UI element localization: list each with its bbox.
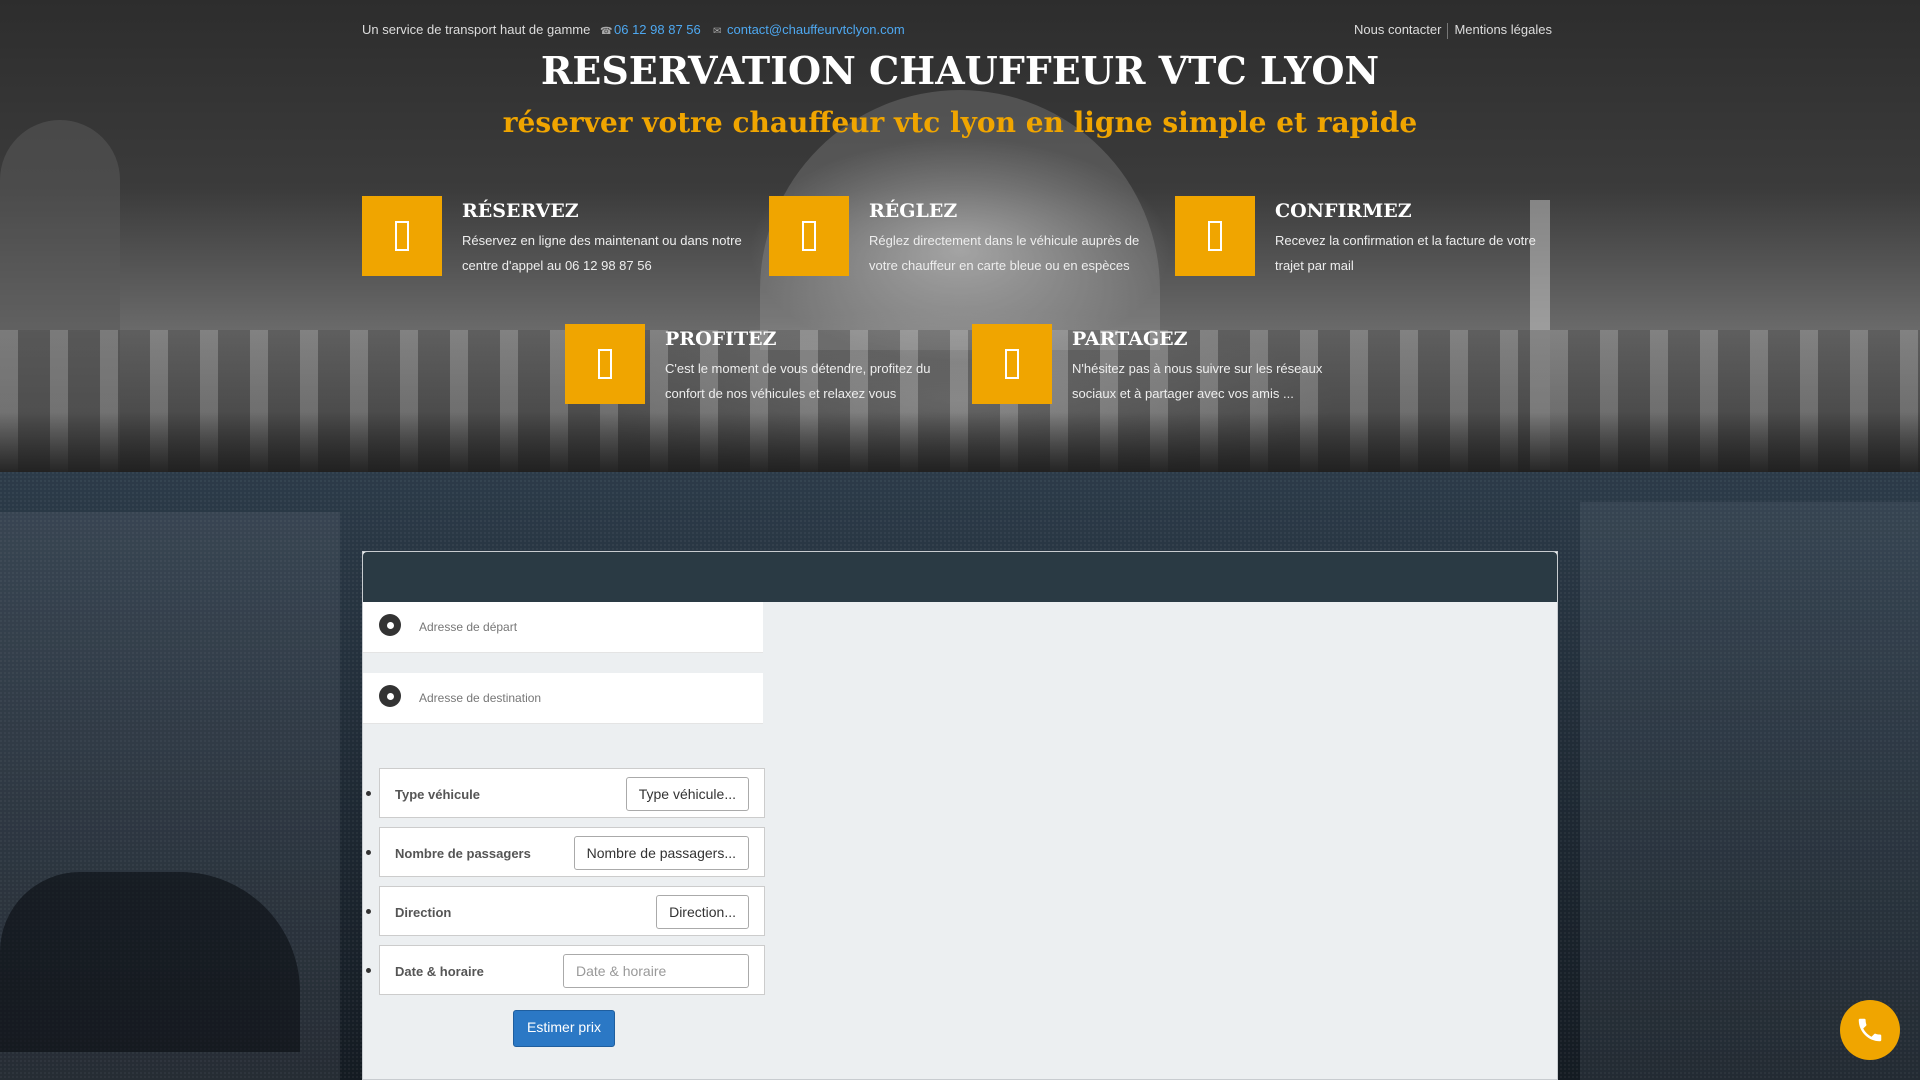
option-label: Nombre de passagers bbox=[395, 846, 531, 861]
vehicle-type-select[interactable]: Type véhicule... bbox=[625, 777, 749, 811]
feature-title: CONFIRMEZ bbox=[1275, 200, 1412, 222]
estimate-price-button[interactable]: Estimer prix bbox=[513, 1010, 615, 1047]
booking-panel: Adresse de départ Adresse de destination… bbox=[362, 551, 1558, 1080]
top-nav: Nous contacter Mentions légales bbox=[1348, 22, 1558, 39]
passengers-select[interactable]: Nombre de passagers... bbox=[573, 836, 749, 870]
departure-address-field[interactable]: Adresse de départ bbox=[363, 602, 763, 653]
feature-partagez: PARTAGEZ N'hésitez pas à nous suivre sur… bbox=[972, 324, 1352, 414]
option-label: Date & horaire bbox=[395, 964, 484, 979]
phone-link[interactable]: ☎ 06 12 98 87 56 bbox=[600, 22, 701, 37]
list-bullet bbox=[366, 968, 371, 973]
hero-section: Un service de transport haut de gamme ☎ 0… bbox=[0, 0, 1920, 472]
map-pin-icon bbox=[379, 614, 401, 636]
mail-icon: ✉ bbox=[713, 26, 722, 37]
feature-confirmez: CONFIRMEZ Recevez la confirmation et la … bbox=[1175, 196, 1555, 286]
tagline: Un service de transport haut de gamme bbox=[362, 22, 591, 37]
background-car bbox=[0, 872, 300, 1052]
feature-title: PARTAGEZ bbox=[1072, 328, 1188, 350]
destination-placeholder: Adresse de destination bbox=[419, 691, 542, 705]
destination-address-field[interactable]: Adresse de destination bbox=[363, 673, 763, 724]
top-bar: Un service de transport haut de gamme ☎ 0… bbox=[362, 22, 1558, 42]
map-pin-icon bbox=[379, 685, 401, 707]
map-pin-dot bbox=[386, 692, 394, 700]
option-date-time: Date & horaire Date & horaire bbox=[366, 945, 765, 995]
feature-icon-box bbox=[565, 324, 645, 404]
departure-placeholder: Adresse de départ bbox=[419, 620, 518, 634]
booking-panel-header bbox=[363, 552, 1557, 602]
background-building-right bbox=[1580, 502, 1920, 1080]
feature-description: N'hésitez pas à nous suivre sur les rése… bbox=[1072, 361, 1323, 401]
date-time-input[interactable]: Date & horaire bbox=[563, 954, 749, 988]
email-link[interactable]: ✉ contact@chauffeurvtclyon.com bbox=[713, 22, 905, 37]
direction-select[interactable]: Direction... bbox=[656, 895, 749, 929]
feature-description: Réglez directement dans le véhicule aupr… bbox=[869, 233, 1140, 273]
phone-text: 06 12 98 87 56 bbox=[614, 22, 701, 37]
hero-background-trees bbox=[0, 412, 1920, 472]
list-bullet bbox=[366, 850, 371, 855]
feature-icon bbox=[1005, 349, 1019, 379]
feature-reglez: RÉGLEZ Réglez directement dans le véhicu… bbox=[769, 196, 1149, 286]
feature-profitez: PROFITEZ C'est le moment de vous détendr… bbox=[565, 324, 945, 414]
option-vehicle-type: Type véhicule Type véhicule... bbox=[366, 768, 765, 818]
feature-icon-box bbox=[362, 196, 442, 276]
option-label: Type véhicule bbox=[395, 787, 481, 802]
call-button[interactable] bbox=[1840, 1000, 1900, 1060]
feature-description: C'est le moment de vous détendre, profit… bbox=[665, 361, 931, 401]
feature-icon-box bbox=[972, 324, 1052, 404]
phone-icon: ☎ bbox=[600, 26, 613, 37]
feature-icon bbox=[395, 221, 409, 251]
feature-icon bbox=[598, 349, 612, 379]
email-text: contact@chauffeurvtclyon.com bbox=[727, 22, 905, 37]
feature-title: RÉGLEZ bbox=[869, 200, 958, 222]
feature-title: RÉSERVEZ bbox=[462, 200, 579, 222]
option-direction: Direction Direction... bbox=[366, 886, 765, 936]
list-bullet bbox=[366, 909, 371, 914]
list-bullet bbox=[366, 791, 371, 796]
page-subtitle: réserver votre chauffeur vtc lyon en lig… bbox=[502, 106, 1418, 139]
feature-icon bbox=[802, 221, 816, 251]
booking-options-list: Type véhicule Type véhicule... Nombre de… bbox=[366, 768, 765, 1004]
feature-reservez: RÉSERVEZ Réservez en ligne des maintenan… bbox=[362, 196, 742, 286]
feature-description: Réservez en ligne des maintenant ou dans… bbox=[462, 233, 742, 273]
nav-contact-link[interactable]: Nous contacter bbox=[1348, 22, 1447, 39]
nav-legal-link[interactable]: Mentions légales bbox=[1448, 22, 1558, 39]
option-label: Direction bbox=[395, 905, 452, 920]
feature-icon-box bbox=[1175, 196, 1255, 276]
page-title: RESERVATION CHAUFFEUR VTC LYON bbox=[540, 48, 1380, 93]
feature-title: PROFITEZ bbox=[665, 328, 777, 350]
map-pin-dot bbox=[386, 621, 394, 629]
feature-icon-box bbox=[769, 196, 849, 276]
option-passengers: Nombre de passagers Nombre de passagers.… bbox=[366, 827, 765, 877]
feature-icon bbox=[1208, 221, 1222, 251]
phone-icon bbox=[1858, 1018, 1882, 1042]
feature-description: Recevez la confirmation et la facture de… bbox=[1275, 233, 1536, 273]
